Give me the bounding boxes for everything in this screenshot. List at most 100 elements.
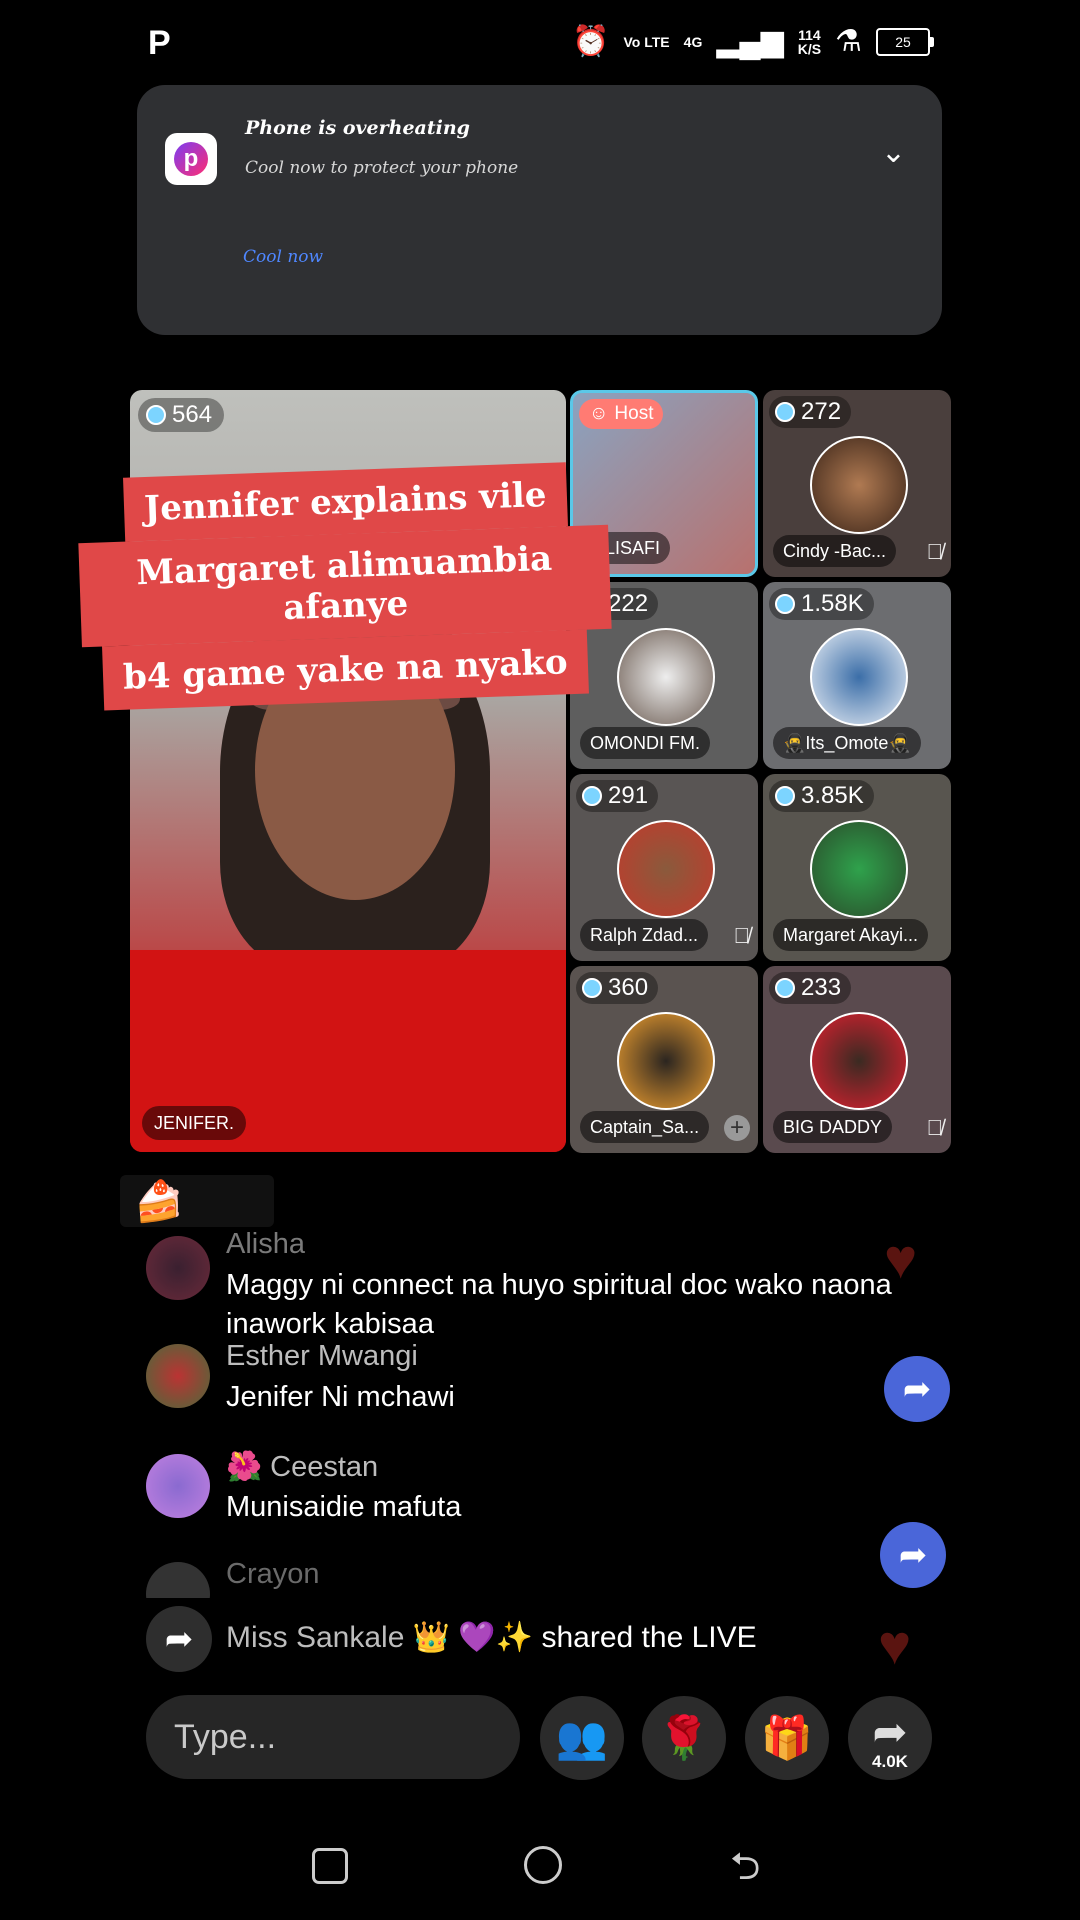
host-icon: ☺ <box>589 403 609 424</box>
share-event: ➦ Miss Sankale 👑 💜✨ shared the LIVE <box>146 1606 936 1672</box>
comment-username: Esther Mwangi <box>226 1340 418 1372</box>
guest-avatar <box>617 820 715 918</box>
notification-subtitle: Cool now to protect your phone <box>245 158 519 178</box>
video-caption: Jennifer explains vile Margaret alimuamb… <box>78 462 612 711</box>
avatar[interactable] <box>146 1562 210 1598</box>
battery-indicator: 25 <box>876 27 934 56</box>
guest-viewer-badge: 1.58K <box>769 588 874 620</box>
status-icons: ⏰ Vo LTE 4G ▂▄▆ 114 K/S ⚗ 25 <box>572 24 934 59</box>
comment-item: Esther Mwangi Jenifer Ni mchawi <box>146 1340 926 1420</box>
back-button[interactable]: ⮌ <box>730 1838 760 1903</box>
share-icon: ➦ <box>146 1606 212 1672</box>
guest-avatar <box>617 628 715 726</box>
caption-line: Margaret alimuambia afanye <box>78 524 612 648</box>
guest-count: 3.85K <box>801 782 864 809</box>
app-notification-icon: P <box>148 24 171 62</box>
comment-username: Crayon <box>226 1558 320 1590</box>
viewer-count: 564 <box>172 401 213 428</box>
guest-count: 360 <box>608 974 649 1001</box>
volte-indicator: Vo LTE <box>623 33 670 50</box>
avatar[interactable] <box>146 1454 210 1518</box>
comment-text: Maggy ni connect na huyo spiritual doc w… <box>226 1269 892 1340</box>
guest-count: 291 <box>608 782 649 809</box>
comment-item: 🌺 Ceestan Munisaidie mafuta <box>146 1450 926 1530</box>
guest-viewer-badge: 233 <box>769 972 852 1004</box>
mic-muted-icon: 🎙̸ <box>733 923 751 948</box>
guest-tile[interactable]: 3.85K Margaret Akayi... <box>763 774 951 961</box>
guest-name: BIG DADDY <box>773 1111 893 1143</box>
guest-count: 1.58K <box>801 590 864 617</box>
guest-count: 222 <box>608 590 649 617</box>
status-bar: P ⏰ Vo LTE 4G ▂▄▆ 114 K/S ⚗ 25 <box>0 0 1080 86</box>
guest-avatar <box>810 1012 908 1110</box>
diamond-icon <box>775 978 795 998</box>
recent-apps-button[interactable] <box>312 1848 348 1884</box>
viewer-badge: 564 <box>138 398 225 432</box>
comment-username: 🌺 Ceestan <box>226 1451 379 1483</box>
mic-muted-icon: 🎙̸ <box>926 539 944 564</box>
guest-viewer-badge: 360 <box>576 972 659 1004</box>
mic-muted-icon: 🎙̸ <box>926 1115 944 1140</box>
chevron-down-icon[interactable]: ⌄ <box>881 135 906 170</box>
comment-username: Alisha <box>226 1228 305 1260</box>
guest-tile[interactable]: 291 Ralph Zdad... 🎙̸ <box>570 774 758 961</box>
guest-tile[interactable]: 233 BIG DADDY 🎙̸ <box>763 966 951 1153</box>
guest-avatar <box>810 436 908 534</box>
host-badge: ☺ Host <box>579 399 664 429</box>
avatar[interactable] <box>146 1236 210 1300</box>
gift-icon: 🎁 <box>760 1713 814 1761</box>
gift-button[interactable]: 🎁 <box>745 1696 829 1780</box>
people-icon: 👥 <box>555 1713 609 1761</box>
share-arrow-icon: ➦ <box>872 1707 908 1755</box>
comment-input[interactable] <box>146 1695 520 1779</box>
diamond-icon <box>582 978 602 998</box>
comment-text: Munisaidie mafuta <box>226 1491 462 1523</box>
guest-name: OMONDI FM. <box>580 727 710 759</box>
diamond-icon <box>775 402 795 422</box>
share-count: 4.0K <box>872 1752 908 1771</box>
share-event-action: shared the LIVE <box>541 1621 757 1654</box>
guest-viewer-badge: 291 <box>576 780 659 812</box>
signal-icon: ▂▄▆ <box>716 25 784 58</box>
overheating-notification[interactable]: p Phone is overheating Cool now to prote… <box>137 85 942 335</box>
diamond-icon <box>146 405 166 425</box>
avatar[interactable] <box>146 1344 210 1408</box>
share-arrow-button[interactable]: ➦ <box>884 1356 950 1422</box>
guest-viewer-badge: 272 <box>769 396 852 428</box>
guest-name: 🥷Its_Omote🥷 <box>773 727 921 759</box>
guest-viewer-badge: 3.85K <box>769 780 874 812</box>
navigation-bar: ⮌ <box>0 1830 1080 1920</box>
multi-guest-button[interactable]: 👥 <box>540 1696 624 1780</box>
guest-tile[interactable]: 360 Captain_Sa... + <box>570 966 758 1153</box>
cake-gift-icon: 🍰 <box>120 1175 274 1227</box>
guest-name: Ralph Zdad... <box>580 919 709 951</box>
home-button[interactable] <box>524 1846 562 1884</box>
share-event-user: Miss Sankale 👑 💜✨ <box>226 1621 534 1654</box>
heart-icon[interactable]: ♥ <box>884 1226 917 1291</box>
guest-count: 233 <box>801 974 842 1001</box>
heart-icon[interactable]: ♥ <box>878 1612 911 1677</box>
guest-tile[interactable]: 272 Cindy -Bac... 🎙̸ <box>763 390 951 577</box>
guest-name: Margaret Akayi... <box>773 919 929 951</box>
app-logo-icon: p <box>165 133 217 185</box>
comment-item: Crayon <box>146 1558 926 1598</box>
guest-name: Cindy -Bac... <box>773 535 897 567</box>
rose-icon: 🌹 <box>657 1713 711 1761</box>
guest-name: Captain_Sa... <box>580 1111 710 1143</box>
guest-tile[interactable]: 1.58K 🥷Its_Omote🥷 <box>763 582 951 769</box>
guest-count: 272 <box>801 398 842 425</box>
rose-gift-button[interactable]: 🌹 <box>642 1696 726 1780</box>
flask-icon: ⚗ <box>835 25 862 58</box>
share-button[interactable]: ➦ 4.0K <box>848 1696 932 1780</box>
notification-title: Phone is overheating <box>245 117 470 139</box>
diamond-icon <box>775 786 795 806</box>
cool-now-button[interactable]: Cool now <box>243 247 323 267</box>
speed-unit: K/S <box>797 40 822 57</box>
host-label: Host <box>614 403 654 424</box>
add-icon[interactable]: + <box>724 1115 750 1141</box>
diamond-icon <box>775 594 795 614</box>
diamond-icon <box>582 786 602 806</box>
share-event-text: Miss Sankale 👑 💜✨ shared the LIVE <box>226 1620 757 1655</box>
streamer-name[interactable]: JENIFER. <box>142 1106 247 1140</box>
speed-indicator: 114 K/S <box>798 28 821 56</box>
